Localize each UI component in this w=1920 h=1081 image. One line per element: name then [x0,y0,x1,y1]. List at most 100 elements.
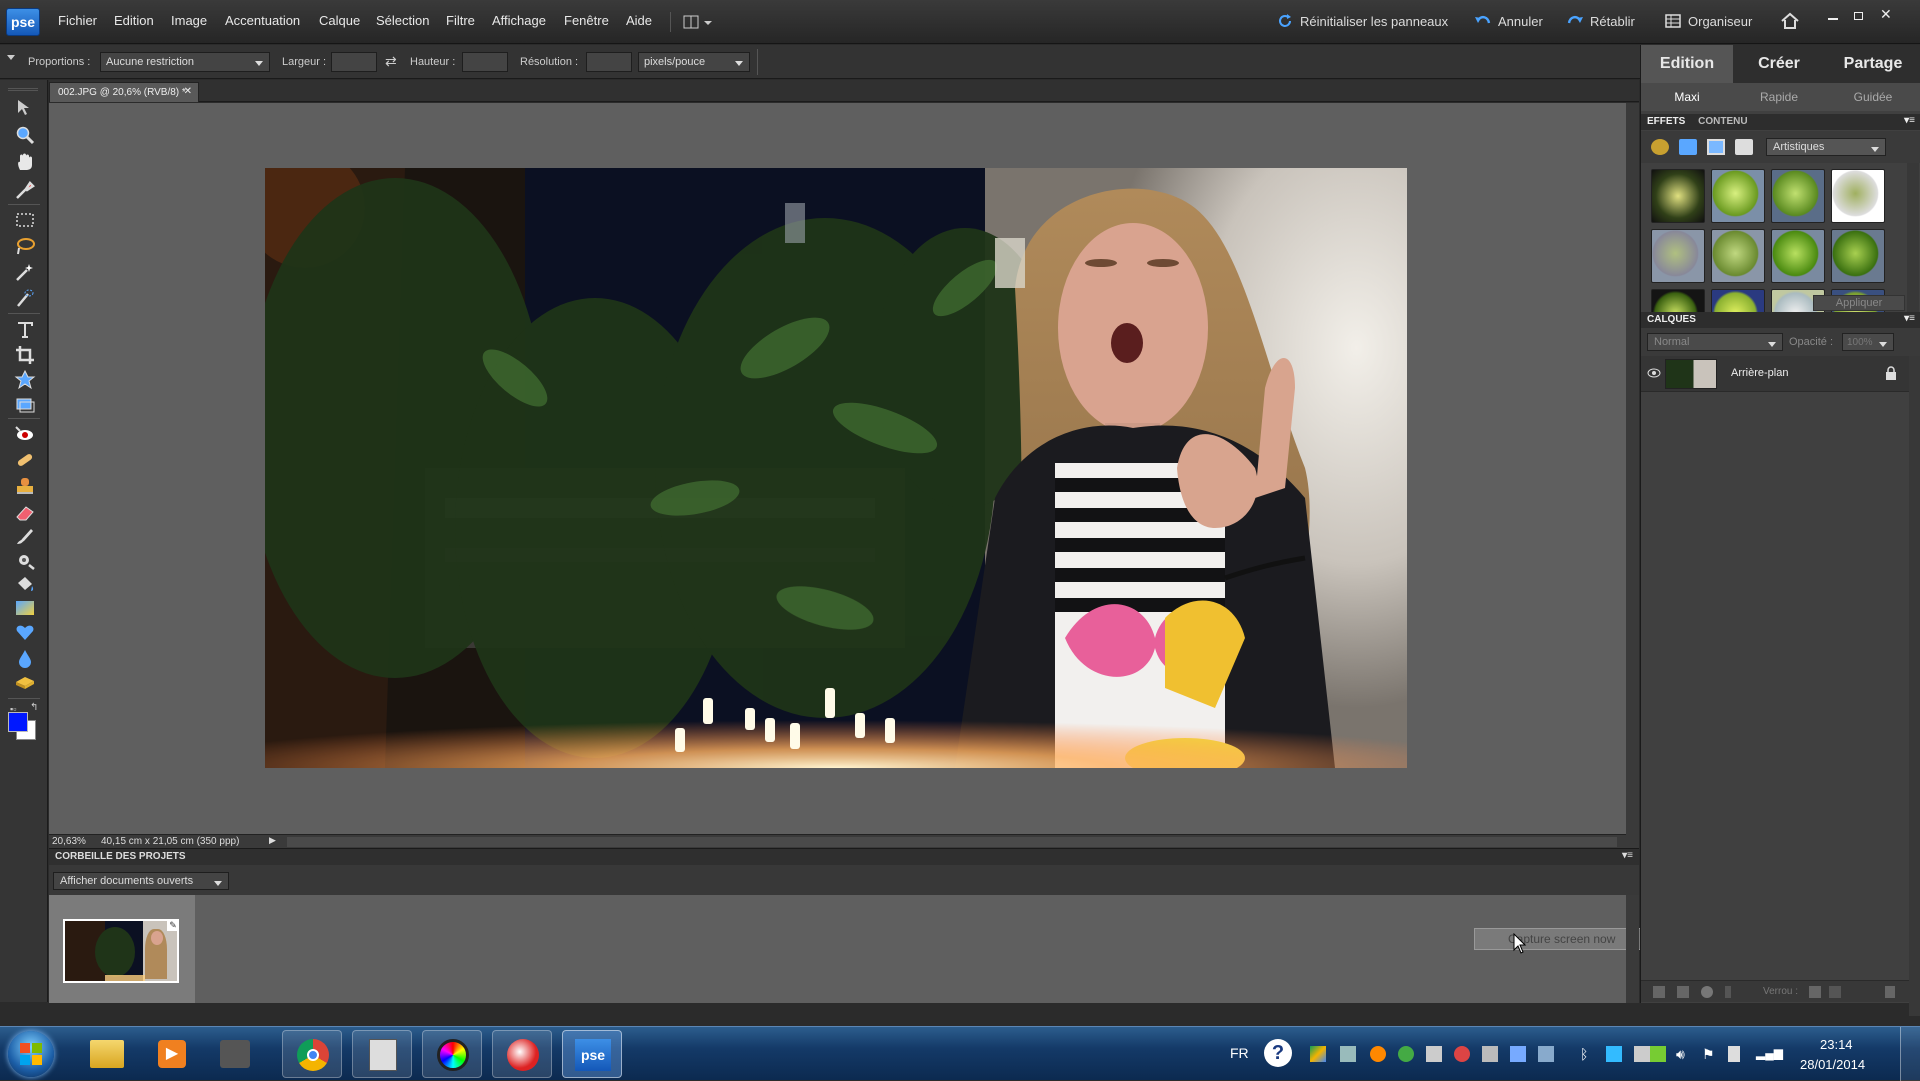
sync-tray-icon[interactable] [1398,1046,1414,1062]
filters-icon[interactable] [1651,139,1669,155]
cookie-cutter-tool-icon[interactable] [14,370,36,390]
minimize-icon[interactable] [1828,18,1838,20]
document-photo[interactable] [265,168,1407,768]
menu-filtre[interactable]: Filtre [446,13,475,28]
volume-icon[interactable]: 🔊︎ [1676,1046,1692,1062]
zoom-tool-icon[interactable] [14,125,36,145]
subtab-guidee[interactable]: Guidée [1825,85,1920,109]
lasso-tool-icon[interactable] [14,236,36,256]
menu-fenetre[interactable]: Fenêtre [564,13,609,28]
effect-thumb[interactable] [1711,229,1765,283]
taskbar-speaker-app[interactable] [204,1030,264,1078]
connection-tray-icon[interactable] [1606,1046,1622,1062]
eraser-tool-icon[interactable] [14,502,36,522]
tab-creer[interactable]: Créer [1733,45,1825,83]
tab-content[interactable]: CONTENU [1698,116,1747,127]
move-tool-icon[interactable] [14,98,36,118]
hand-tool-icon[interactable] [14,152,36,172]
adjustment-layer-icon[interactable] [1701,986,1713,998]
options-menu-icon[interactable] [7,55,15,64]
smart-brush-tool-icon[interactable] [14,550,36,570]
bluetooth-icon[interactable]: ᛒ [1580,1046,1596,1062]
close-tab-icon[interactable]: ✕ [184,86,192,97]
bin-thumbnail-cell[interactable]: ✎ [49,895,195,1003]
brush-tool-icon[interactable] [14,526,36,546]
menu-image[interactable]: Image [171,13,207,28]
layers-scrollbar[interactable] [1909,356,1920,1016]
reset-panels-button[interactable]: Réinitialiser les panneaux [1276,12,1448,30]
apply-effect-button[interactable]: Appliquer [1813,295,1905,311]
lock-all-icon[interactable] [1829,986,1841,998]
printer-tray-icon[interactable] [1482,1046,1498,1062]
subtab-rapide[interactable]: Rapide [1733,85,1825,109]
organizer-button[interactable]: Organiseur [1664,12,1752,30]
all-effects-icon[interactable] [1735,139,1753,155]
network-tray-icon[interactable] [1340,1046,1356,1062]
opacity-input[interactable]: 100% [1842,333,1894,351]
canvas-horizontal-scrollbar[interactable] [287,837,1617,847]
taskbar-pdf-app[interactable] [492,1030,552,1078]
security-tray-icon[interactable] [1454,1046,1470,1062]
new-group-icon[interactable] [1677,986,1689,998]
document-tab[interactable]: 002.JPG @ 20,6% (RVB/8) * ✕ [49,82,199,102]
language-indicator[interactable]: FR [1230,1045,1249,1061]
menu-selection[interactable]: Sélection [376,13,429,28]
gradient-tool-icon[interactable] [14,598,36,618]
height-input[interactable] [462,52,508,72]
nvidia-tray-icon[interactable] [1650,1046,1666,1062]
workspace-layout-button[interactable] [670,12,718,32]
straighten-tool-icon[interactable] [14,395,36,415]
battery-icon[interactable] [1728,1046,1740,1062]
marquee-tool-icon[interactable] [14,210,36,230]
menu-calque[interactable]: Calque [319,13,360,28]
crop-tool-icon[interactable] [14,345,36,365]
sponge-tool-icon[interactable] [14,672,36,692]
resolution-unit-select[interactable]: pixels/pouce [638,52,750,72]
layer-row[interactable]: Arrière-plan [1641,356,1909,392]
bin-menu-icon[interactable]: ▾≡ [1622,850,1633,861]
effect-thumb[interactable] [1771,169,1825,223]
foreground-color-swatch[interactable] [8,712,28,732]
new-layer-icon[interactable] [1653,986,1665,998]
menu-accentuation[interactable]: Accentuation [225,13,300,28]
restore-icon[interactable] [1854,12,1863,20]
styles-icon[interactable] [1679,139,1697,155]
effect-thumb[interactable] [1831,169,1885,223]
subtab-maxi[interactable]: Maxi [1641,85,1733,109]
clock-time[interactable]: 23:14 [1820,1037,1853,1052]
bin-thumbnail[interactable] [63,919,179,983]
link-icon[interactable] [1725,986,1731,998]
home-icon[interactable] [1780,11,1800,31]
menu-fichier[interactable]: Fichier [58,13,97,28]
flag-icon[interactable]: ⚑ [1702,1046,1718,1062]
effects-category-select[interactable]: Artistiques [1766,138,1886,156]
window-tray-icon[interactable] [1426,1046,1442,1062]
effects-scrollbar[interactable] [1907,163,1919,333]
red-eye-tool-icon[interactable] [14,424,36,444]
blur-tool-icon[interactable] [14,648,36,668]
taskbar-chrome[interactable] [282,1030,342,1078]
trash-icon[interactable] [1885,986,1895,998]
swap-colors-icon[interactable]: ↰ [30,702,38,713]
close-icon[interactable]: ✕ [1880,6,1892,23]
undo-button[interactable]: Annuler [1474,12,1543,30]
menu-edition[interactable]: Edition [114,13,154,28]
tab-edition[interactable]: Edition [1641,45,1733,83]
toolbox-grip[interactable] [8,88,38,91]
tab-effects[interactable]: EFFETS [1647,116,1685,127]
menu-aide[interactable]: Aide [626,13,652,28]
magic-wand-tool-icon[interactable] [14,262,36,282]
clone-stamp-tool-icon[interactable] [14,476,36,496]
device-tray-icon[interactable] [1510,1046,1526,1062]
signal-icon[interactable]: ▂▄▆ [1756,1046,1783,1062]
eye-icon[interactable] [1647,368,1661,378]
canvas-vertical-scrollbar[interactable] [1626,103,1639,848]
layer-name[interactable]: Arrière-plan [1731,367,1788,379]
usb-tray-icon[interactable] [1538,1046,1554,1062]
effect-thumb[interactable] [1651,169,1705,223]
proportions-select[interactable]: Aucune restriction [100,52,270,72]
bin-scrollbar[interactable] [1626,895,1639,1003]
show-desktop-button[interactable] [1900,1027,1920,1081]
taskbar-photoshop-elements[interactable]: pse [562,1030,622,1078]
clock-date[interactable]: 28/01/2014 [1800,1057,1865,1072]
